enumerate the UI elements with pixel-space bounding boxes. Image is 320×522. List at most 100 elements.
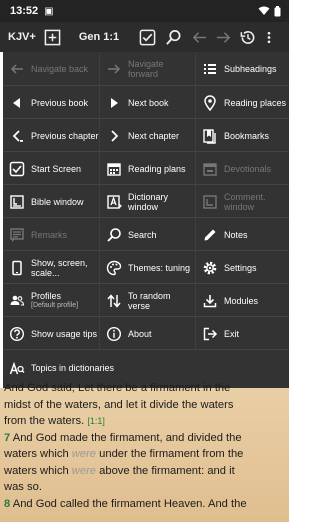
comment-window-item[interactable]: Comment. window [196, 185, 289, 218]
menu-row: Navigate back Navigate forward Subheadin… [3, 52, 289, 85]
menu-item-label: Previous book [31, 97, 89, 108]
menu-item-label: Bible window [31, 196, 84, 207]
settings-item[interactable]: Settings [196, 251, 289, 284]
profiles-icon [3, 293, 31, 309]
info-icon [100, 326, 128, 342]
start-screen-item[interactable]: Start Screen [3, 152, 100, 185]
devotionals-item[interactable]: Devotionals [196, 152, 289, 185]
menu-item-label: To random verse [128, 290, 171, 311]
verse-7-text: under the firmament from the [99, 448, 244, 460]
menu-item-label: Subheadings [224, 63, 277, 74]
profiles-item[interactable]: Profiles [Default profile] [3, 284, 100, 317]
bible-window-icon [3, 194, 31, 210]
menu-item-label: Bookmarks [224, 130, 270, 141]
menu-row: Previous chapter Next chapter Bookmarks [3, 118, 289, 152]
battery-icon [274, 5, 281, 16]
italic-word: were [71, 464, 97, 477]
main-menu-panel: Navigate back Navigate forward Subheadin… [3, 52, 289, 388]
search-item[interactable]: Search [100, 218, 196, 251]
next-book-item[interactable]: Next book [100, 86, 196, 119]
arrow-forward-icon[interactable] [215, 29, 232, 46]
navigate-forward-item[interactable]: Navigate forward [100, 52, 196, 85]
verse-line: midst of the waters, and let it divide t… [4, 397, 287, 414]
verse-line: was so. [4, 479, 287, 496]
download-icon [196, 293, 224, 309]
next-chapter-item[interactable]: Next chapter [100, 119, 196, 152]
arrow-back-icon [3, 61, 31, 77]
subheadings-icon [196, 61, 224, 77]
menu-item-label: Comment. window [224, 191, 266, 212]
notes-item[interactable]: Notes [196, 218, 289, 251]
verse-line: 8 And God called the firmament Heaven. A… [4, 496, 287, 513]
calendar-icon [100, 161, 128, 177]
checkbox-icon[interactable] [139, 29, 156, 46]
menu-item-label: Exit [224, 328, 240, 339]
previous-chapter-item[interactable]: Previous chapter [3, 119, 100, 152]
menu-item-label: Remarks [31, 229, 68, 240]
bookmarks-item[interactable]: Bookmarks [196, 119, 289, 152]
reading-places-item[interactable]: Reading places [196, 86, 289, 119]
previous-book-icon [3, 95, 31, 111]
search-icon[interactable] [165, 29, 182, 46]
phone-icon [3, 260, 31, 276]
history-icon[interactable] [239, 29, 256, 46]
verse-number[interactable]: 7 [4, 432, 10, 444]
previous-book-item[interactable]: Previous book [3, 86, 100, 119]
menu-item-label: Show usage tips [31, 328, 98, 339]
verse-line: waters which were above the firmament: a… [4, 463, 287, 480]
palette-icon [100, 260, 128, 276]
about-item[interactable]: About [100, 317, 196, 350]
random-verse-item[interactable]: To random verse [100, 284, 196, 317]
comment-window-icon [196, 194, 224, 210]
menu-item-label: Previous chapter [31, 130, 99, 141]
verse-number[interactable]: 8 [4, 498, 10, 510]
chevron-right-icon [100, 128, 128, 144]
verse-line: from the waters. [1:1] [4, 413, 287, 430]
remarks-icon [3, 227, 31, 243]
status-indicators [258, 5, 281, 17]
menu-row: Profiles [Default profile] To random ver… [3, 283, 289, 317]
verse-line: 7 And God made the firmament, and divide… [4, 430, 287, 447]
next-book-icon [100, 95, 128, 111]
cross-reference-link[interactable]: [1:1] [87, 416, 105, 426]
exit-item[interactable]: Exit [196, 317, 289, 350]
overflow-menu-icon[interactable] [262, 29, 276, 46]
exit-icon [196, 326, 224, 342]
menu-item-label: Topics in dictionaries [31, 363, 115, 373]
navigate-back-item[interactable]: Navigate back [3, 52, 100, 85]
checkbox-icon [3, 161, 31, 177]
modules-item[interactable]: Modules [196, 284, 289, 317]
pencil-icon [196, 227, 224, 243]
bible-text-view[interactable]: And God said, Let there be a firmament i… [0, 382, 289, 522]
usage-tips-item[interactable]: Show usage tips [3, 317, 100, 350]
menu-row: Previous book Next book Reading places [3, 85, 289, 119]
bible-version-button[interactable]: KJV+ [8, 31, 36, 43]
book-chapter-selector[interactable]: Gen 1:1 [79, 31, 119, 43]
menu-row: Start Screen Reading plans Devotionals [3, 151, 289, 185]
subheadings-item[interactable]: Subheadings [196, 52, 289, 85]
reading-plans-item[interactable]: Reading plans [100, 152, 196, 185]
menu-item-label: About [128, 328, 152, 339]
verse-7-text: was so. [4, 481, 42, 493]
menu-item-label: Modules [224, 295, 259, 306]
arrow-back-icon[interactable] [191, 29, 208, 46]
verse-line: waters which were under the firmament fr… [4, 446, 287, 463]
arrow-forward-icon [100, 61, 128, 77]
dictionary-window-item[interactable]: Dictionary window [100, 185, 196, 218]
verse-8-text: And God called the firmament Heaven. And… [12, 497, 247, 510]
menu-row: Show usage tips About Exit [3, 316, 289, 350]
menu-item-label: Next book [128, 97, 169, 108]
verse-6-start: And God said, Let there be a firmament i… [4, 382, 231, 394]
menu-item-label: Devotionals [224, 163, 272, 174]
show-screen-scale-item[interactable]: Show, screen, scale... [3, 251, 100, 284]
themes-tuning-item[interactable]: Themes: tuning [100, 251, 196, 284]
profiles-label: Profiles [31, 290, 62, 301]
remarks-item[interactable]: Remarks [3, 218, 100, 251]
bible-window-item[interactable]: Bible window [3, 185, 100, 218]
verse-7-text: waters which [4, 464, 69, 477]
gear-icon [196, 260, 224, 276]
add-window-icon[interactable] [44, 29, 61, 46]
menu-item-label: Notes [224, 229, 248, 240]
help-icon [3, 326, 31, 342]
verse-line: And God said, Let there be a firmament i… [4, 380, 287, 397]
